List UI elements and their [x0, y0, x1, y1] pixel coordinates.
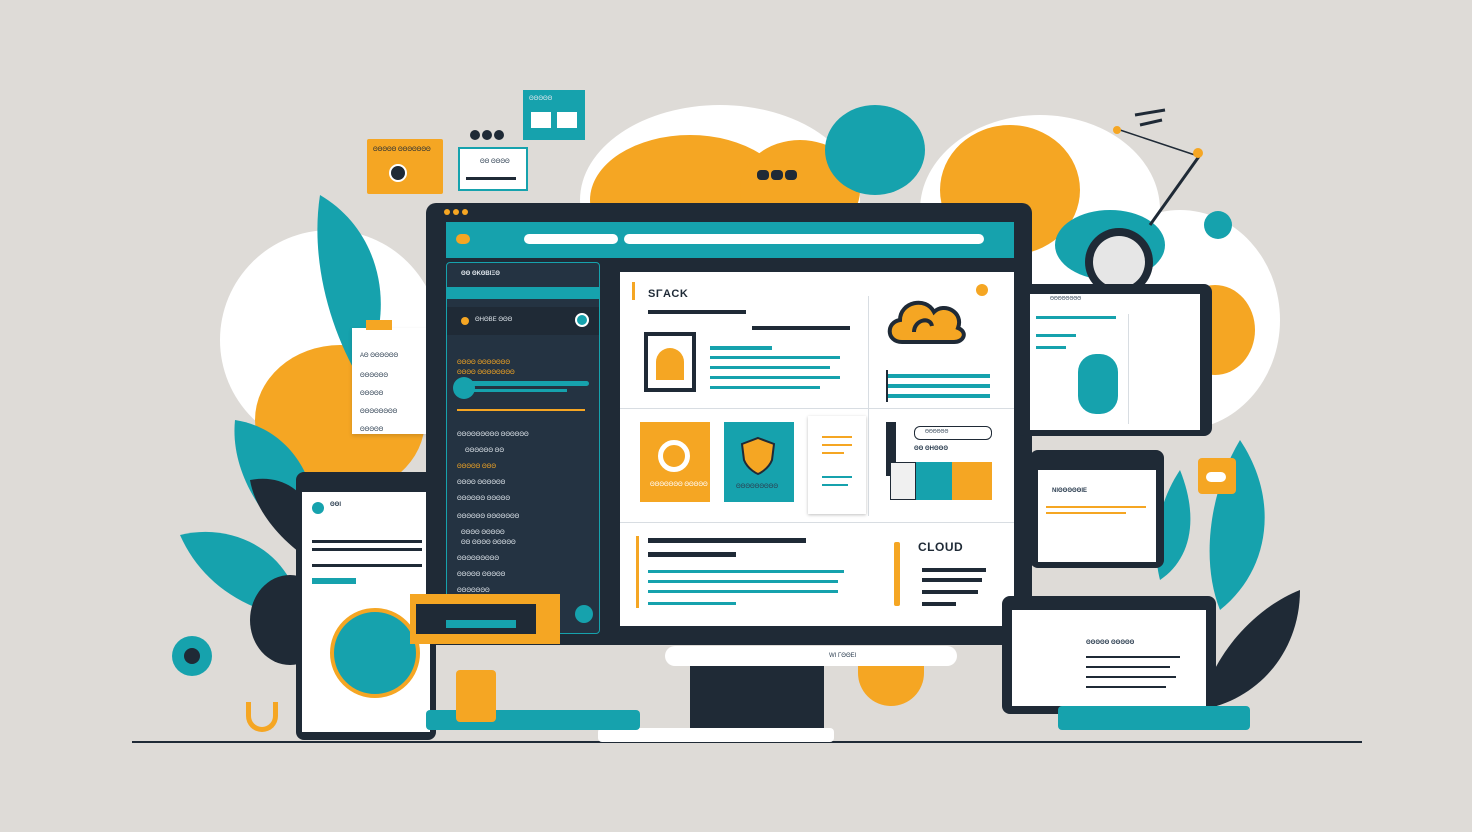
globe-icon: [330, 608, 420, 698]
left-menu-item[interactable]: ΘΘΘΘΘ: [360, 416, 383, 435]
address-bar[interactable]: [624, 234, 984, 244]
plug-icon: [172, 636, 212, 676]
right-window-top: ΘΘΘΘΘΘΘΘ: [1016, 284, 1212, 436]
tablet-title: ΘΘΙ: [330, 502, 342, 508]
toggle-label: ΘΘΘΘΘΘ: [925, 429, 949, 435]
floating-card-teal: ΘΘΘΘΘ: [523, 90, 585, 140]
right-window-title: ΘΘΘΘΘΘΘΘ: [1050, 296, 1082, 302]
monitor-topbar: [446, 222, 1014, 258]
card-title-stack: SΓACK: [648, 288, 689, 300]
floating-card-teal-label: ΘΘΘΘΘ: [529, 96, 553, 102]
coin-icon: [389, 164, 407, 182]
floating-card-yellow: ΘΘΘΘΘ ΘΘΘΘΘΘΘ: [367, 139, 443, 194]
notification-dot: [976, 284, 988, 296]
toggle-row-2[interactable]: ΘΘ ΘΗΘΘΘ: [914, 446, 990, 456]
disc-icon: [658, 440, 690, 472]
floating-mini-screen: [410, 594, 560, 644]
sidebar-item-label: ΘΗΘΒΕ ΘΘΘ: [475, 317, 513, 323]
left-menu-item[interactable]: ΑΘ ΘΘΘΘΘΘ: [360, 342, 398, 361]
tablet-logo-icon: [312, 502, 324, 514]
card-orange-label: ΘΘΘΘΘΘΘ ΘΘΘΘΘ: [650, 482, 708, 488]
sidebar-line: ΘΘΘΘΘΘ ΘΘΘΘΘ: [457, 496, 511, 502]
sidebar-item-active[interactable]: ΘΗΘΒΕ ΘΘΘ: [447, 307, 599, 335]
tag-icon: [1198, 458, 1236, 494]
right-window-mid: ΝΙΘΘΘΘΘΙΕ: [1030, 450, 1164, 568]
left-menu-item[interactable]: ΘΘΘΘΘΘΘΘ: [360, 398, 397, 417]
image-icon: [644, 332, 696, 392]
card-teal[interactable]: ΘΘΘΘΘΘΘΘΘ: [724, 422, 794, 502]
card-teal-label: ΘΘΘΘΘΘΘΘΘ: [736, 484, 779, 490]
sidebar-line: ΘΘΘΘ ΘΘΘΘΘΘΘΘ: [457, 370, 515, 376]
sidebar-bottom-icon[interactable]: [575, 605, 593, 623]
left-menu-item[interactable]: ΘΘΘΘΘ: [360, 380, 383, 399]
floating-card-small-label: ΘΘ ΘΘΘΘ: [480, 159, 510, 165]
plug-connector: [456, 670, 496, 722]
floating-card-yellow-label: ΘΘΘΘΘ ΘΘΘΘΘΘΘ: [373, 147, 431, 153]
right-mid-title: ΝΙΘΘΘΘΘΙΕ: [1052, 488, 1088, 494]
left-menu-item[interactable]: ΘΘΘΘΘΘ: [360, 362, 388, 381]
sidebar-toggle-icon[interactable]: [575, 313, 589, 327]
card-list: [808, 416, 866, 514]
floating-card-small: ΘΘ ΘΘΘΘ: [458, 147, 528, 191]
toggle-label: ΘΘ ΘΗΘΘΘ: [914, 446, 949, 452]
sidebar-header: ΘΘ ΘΚΘΒΙΞΘ: [461, 271, 500, 277]
sidebar: ΘΘ ΘΚΘΒΙΞΘ ΘΗΘΒΕ ΘΘΘ ΘΘΘΘ ΘΘΘΘΘΘΘ ΘΘΘΘ Θ…: [446, 262, 600, 634]
stand-label: WΙ ΓΘΘΕΙ: [829, 653, 857, 659]
right-bottom-title: ΘΘΘΘΘ ΘΘΘΘΘ: [1086, 640, 1135, 646]
sidebar-item-icon: [461, 317, 469, 325]
main-panel: SΓACK ΘΘΘΘΘΘΘ ΘΘΘΘΘ ΘΘΘΘΘΘΘΘΘ ΘΘΘΘΘΘ ΘΘ …: [620, 272, 1014, 626]
logo-icon: [456, 234, 470, 244]
cloud-title: CLOUD: [918, 540, 964, 554]
tab-pill[interactable]: [524, 234, 618, 244]
monitor-stand: [690, 666, 824, 730]
shield-icon: [740, 436, 776, 476]
left-floating-menu: ΑΘ ΘΘΘΘΘΘ ΘΘΘΘΘΘ ΘΘΘΘΘ ΘΘΘΘΘΘΘΘ ΘΘΘΘΘ: [352, 320, 426, 435]
toggle-row-1[interactable]: ΘΘΘΘΘΘ: [914, 426, 992, 440]
cloud-icon: [1078, 354, 1118, 414]
right-window-bottom: ΘΘΘΘΘ ΘΘΘΘΘ: [1002, 596, 1216, 714]
monitor-stand-bar: WΙ ΓΘΘΕΙ: [665, 646, 957, 666]
cloud-icon: [887, 300, 966, 344]
card-orange[interactable]: ΘΘΘΘΘΘΘ ΘΘΘΘΘ: [640, 422, 710, 502]
